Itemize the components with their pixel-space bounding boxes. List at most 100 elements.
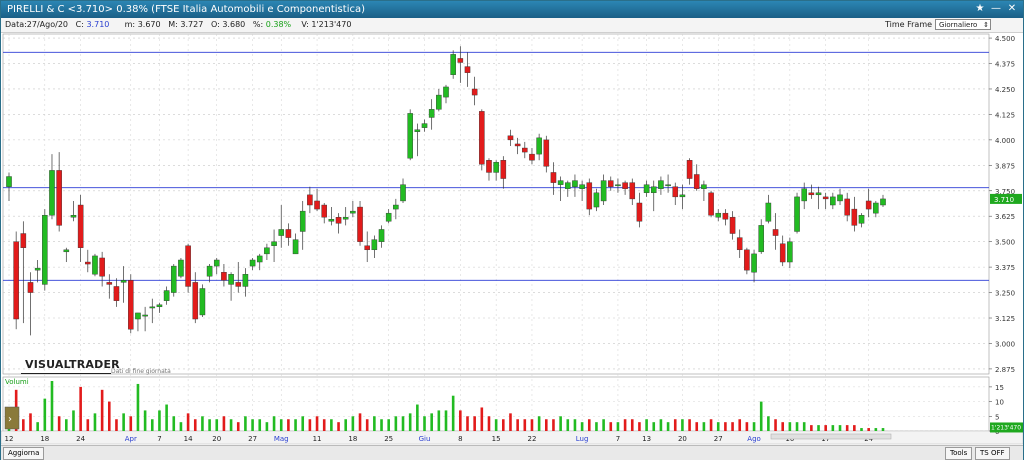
- candle-body: [457, 58, 464, 63]
- volume-bar: [681, 419, 684, 431]
- volume-bar: [57, 416, 61, 431]
- close-button[interactable]: ✕: [1005, 2, 1019, 16]
- volume-bar: [150, 419, 154, 431]
- candle-body: [450, 54, 456, 75]
- candle-body: [350, 210, 356, 214]
- volume-bar: [143, 410, 147, 431]
- candle-body: [679, 194, 686, 198]
- time-tick-label: Ago: [747, 435, 761, 443]
- time-tick-label: 24: [76, 435, 85, 443]
- candle-body: [729, 217, 736, 234]
- volume-bar: [272, 416, 276, 431]
- time-tick-label: Lug: [576, 435, 589, 443]
- volume-bar: [767, 416, 770, 431]
- candle-body: [264, 247, 270, 255]
- candle-body: [708, 192, 714, 216]
- volume-bar: [580, 422, 584, 431]
- time-tick-label: 13: [642, 435, 651, 443]
- time-tick-label: 25: [384, 435, 393, 443]
- candle-body: [507, 135, 514, 141]
- candle-body: [579, 184, 585, 189]
- date-value: 27/Ago/20: [26, 20, 68, 29]
- candle-body: [536, 137, 542, 155]
- close-value: 3.710: [86, 20, 110, 29]
- volume-bar: [29, 413, 32, 431]
- candle-body: [42, 214, 48, 285]
- time-tick-label: 12: [5, 435, 14, 443]
- candle-body: [178, 259, 184, 277]
- price-tick-label: 3.125: [995, 315, 1015, 323]
- candle-body: [693, 174, 700, 189]
- time-tick-label: 7: [157, 435, 161, 443]
- candle-body: [27, 282, 34, 293]
- candle-body: [156, 304, 163, 308]
- minimize-button[interactable]: —: [989, 2, 1003, 16]
- candle-body: [34, 267, 41, 271]
- candle-body: [213, 259, 220, 267]
- volume-bar: [165, 404, 168, 431]
- candle-body: [357, 206, 363, 242]
- timeframe-value: Giornaliero: [939, 21, 978, 29]
- candle-body: [486, 160, 492, 173]
- candlestick-chart[interactable]: 4.5004.3754.2504.1254.0003.8753.7503.625…: [1, 32, 1023, 445]
- logo-underline: [21, 373, 111, 374]
- time-tick-label: 7: [616, 435, 620, 443]
- price-tick-label: 4.250: [995, 86, 1015, 94]
- volume-bar: [817, 425, 820, 431]
- visualtrader-logo: VISUALTRADER: [25, 358, 120, 371]
- candle-body: [99, 257, 105, 277]
- volume-bar: [86, 419, 90, 431]
- volume-bar: [236, 422, 240, 431]
- volume-bar: [179, 422, 183, 431]
- timeframe-select[interactable]: Giornaliero ⇕: [935, 19, 991, 30]
- price-tick-label: 4.500: [995, 35, 1015, 43]
- candle-body: [636, 202, 643, 222]
- volume-bar: [523, 419, 527, 431]
- volume-bar: [537, 416, 541, 431]
- candle-body: [837, 194, 843, 202]
- volume-bar: [752, 422, 756, 431]
- ts-off-button[interactable]: TS OFF: [975, 447, 1010, 460]
- candle-body: [400, 184, 406, 202]
- favorite-icon[interactable]: ★: [973, 2, 987, 16]
- volume-bar: [315, 416, 319, 431]
- candle-body: [135, 312, 141, 320]
- time-tick-label: 15: [492, 435, 501, 443]
- window-title: PIRELLI & C <3.710> 0.38% (FTSE Italia A…: [7, 4, 365, 15]
- candle-body: [865, 200, 872, 210]
- price-tick-label: 2.875: [995, 366, 1015, 374]
- candle-body: [299, 210, 306, 232]
- volume-bar: [93, 413, 97, 431]
- volume-bar: [279, 419, 283, 431]
- volume-bar: [502, 419, 505, 431]
- price-tick-label: 3.625: [995, 213, 1015, 221]
- candle-body: [314, 200, 320, 210]
- volume-bar: [702, 422, 706, 431]
- candle-body: [385, 212, 392, 222]
- candle-body: [629, 182, 636, 200]
- volume-label: Volumi: [5, 378, 29, 386]
- low-label: m:: [124, 20, 136, 29]
- volume-bar: [100, 389, 104, 431]
- volume-bar: [645, 419, 648, 431]
- volume-bar: [573, 419, 577, 431]
- time-tick-label: 18: [40, 435, 49, 443]
- refresh-button[interactable]: Aggiorna: [3, 447, 45, 460]
- volume-bar: [459, 410, 462, 431]
- volume-bar: [688, 419, 691, 431]
- tools-button[interactable]: Tools: [945, 447, 973, 460]
- time-tick-label: 18: [348, 435, 357, 443]
- volume-bar: [731, 422, 734, 431]
- volume-bar: [387, 419, 390, 431]
- candle-body: [529, 153, 535, 161]
- volume-bar: [265, 422, 269, 431]
- volume-bar: [408, 413, 412, 431]
- title-bar[interactable]: PIRELLI & C <3.710> 0.38% (FTSE Italia A…: [1, 1, 1023, 18]
- volume-bar: [129, 416, 133, 431]
- volume-bar: [322, 419, 326, 431]
- chevron-down-icon[interactable]: ⇕: [983, 20, 989, 31]
- candle-body: [744, 249, 750, 271]
- candle-body: [371, 239, 378, 251]
- volume-bar: [416, 404, 419, 431]
- price-tick-label: 3.500: [995, 239, 1015, 247]
